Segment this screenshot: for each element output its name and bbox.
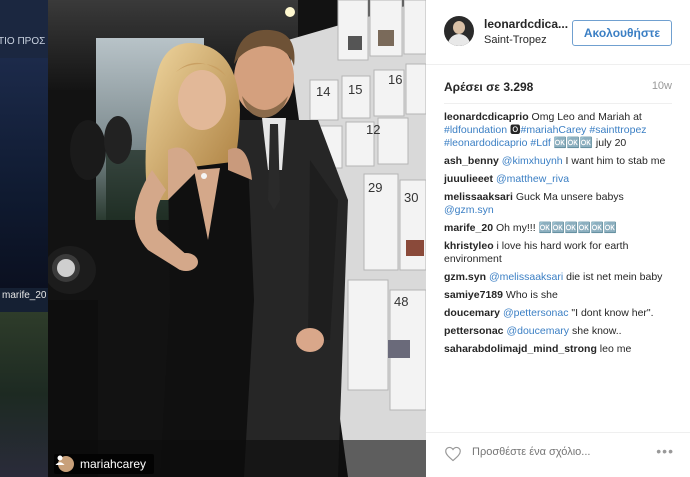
comment-mention-link[interactable]: @gzm.syn	[444, 204, 494, 216]
comment-mention-link[interactable]: @doucemary	[506, 325, 569, 337]
comment-item: ash_benny @kimxhuynh I want him to stab …	[444, 155, 676, 168]
background-page: ΤΙΟ ΠΡΟΣ marife_20	[0, 0, 48, 477]
comment-text: 🅾	[507, 124, 521, 136]
comment-text: leo me	[599, 343, 632, 355]
comment-mention-link[interactable]: @melissaaksari	[489, 271, 563, 283]
background-photo-2	[0, 312, 48, 477]
comment-text: Omg Leo and Mariah at	[531, 111, 642, 123]
likes-count[interactable]: Αρέσει σε 3.298	[444, 80, 533, 94]
comment-mention-link[interactable]: @kimxhuynh	[502, 155, 563, 167]
comment-username[interactable]: leonardcdicaprio	[444, 111, 529, 123]
comment-mention-link[interactable]: #mariahCarey	[520, 124, 586, 136]
comment-mention-link[interactable]: @matthew_riva	[496, 173, 569, 185]
comment-text: die ist net mein baby	[563, 271, 663, 283]
board-number: 15	[348, 82, 362, 97]
comment-item: doucemary @pettersonac "I dont know her"…	[444, 307, 676, 320]
post-details-panel: leonardcdica... Saint-Tropez Ακολουθήστε…	[426, 0, 690, 477]
comment-mention-link[interactable]: #leonardodicaprio	[444, 137, 527, 149]
avatar[interactable]	[444, 16, 474, 46]
person-tag-icon	[55, 455, 65, 465]
comment-text: she know..	[569, 325, 622, 337]
heart-icon[interactable]	[444, 446, 462, 462]
post-username[interactable]: leonardcdica...	[484, 17, 568, 31]
comment-mention-link[interactable]: #sainttropez	[589, 124, 646, 136]
comment-username[interactable]: saharabdolimajd_mind_strong	[444, 343, 597, 355]
photo-illustration: 15 16 14 12 29 30 48	[48, 0, 426, 477]
background-caption: marife_20	[2, 290, 47, 301]
board-number: 12	[366, 122, 380, 137]
user-tag[interactable]: mariahcarey	[54, 454, 155, 474]
comment-mention-link[interactable]: #Ldf	[530, 137, 550, 149]
comment-username[interactable]: ash_benny	[444, 155, 499, 167]
comment-mention-link[interactable]: #ldfoundation	[444, 124, 507, 136]
post-time: 10w	[651, 80, 672, 92]
comment-item: leonardcdicaprio Omg Leo and Mariah at #…	[444, 111, 676, 150]
post-header: leonardcdica... Saint-Tropez Ακολουθήστε	[426, 0, 690, 65]
background-photo	[0, 58, 48, 288]
comment-text: Guck Ma unsere babys	[515, 191, 624, 203]
post-photo[interactable]: 15 16 14 12 29 30 48 mariahcarey	[48, 0, 426, 477]
comment-username[interactable]: samiye7189	[444, 289, 503, 301]
comment-item: samiye7189 Who is she	[444, 289, 676, 302]
comment-text: Who is she	[505, 289, 558, 301]
comment-mention-link[interactable]: @pettersonac	[503, 307, 569, 319]
board-number: 16	[388, 72, 402, 87]
board-number: 14	[316, 84, 330, 99]
tagged-username[interactable]: mariahcarey	[80, 457, 146, 471]
background-header	[0, 0, 48, 58]
divider	[444, 103, 672, 104]
comment-footer: •••	[426, 432, 690, 477]
comment-username[interactable]: pettersonac	[444, 325, 504, 337]
add-comment-input[interactable]	[472, 446, 622, 458]
comment-item: gzm.syn @melissaaksari die ist net mein …	[444, 271, 676, 284]
comment-item: melissaaksari Guck Ma unsere babys @gzm.…	[444, 191, 676, 217]
comment-text: Oh my!!! 🆗🆗🆗🆗🆗🆗	[495, 222, 618, 234]
background-text: ΤΙΟ ΠΡΟΣ	[0, 36, 46, 47]
board-number: 29	[368, 180, 382, 195]
comment-item: saharabdolimajd_mind_strong leo me	[444, 343, 676, 356]
comment-item: khristyleo i love his hard work for eart…	[444, 240, 676, 266]
comment-username[interactable]: marife_20	[444, 222, 493, 234]
comment-item: marife_20 Oh my!!! 🆗🆗🆗🆗🆗🆗	[444, 222, 676, 235]
comment-username[interactable]: doucemary	[444, 307, 500, 319]
comment-item: juuulieeet @matthew_riva	[444, 173, 676, 186]
board-number: 30	[404, 190, 418, 205]
comment-list: leonardcdicaprio Omg Leo and Mariah at #…	[444, 111, 676, 361]
likes-row: Αρέσει σε 3.298 10w	[444, 80, 672, 96]
board-number: 48	[394, 294, 408, 309]
comment-item: pettersonac @doucemary she know..	[444, 325, 676, 338]
comment-username[interactable]: khristyleo	[444, 240, 494, 252]
comment-text: 🆗🆗🆗 july 20	[550, 137, 627, 149]
comment-text: "I dont know her".	[568, 307, 654, 319]
comment-username[interactable]: juuulieeet	[444, 173, 493, 185]
post-location[interactable]: Saint-Tropez	[484, 34, 547, 46]
comment-username[interactable]: melissaaksari	[444, 191, 513, 203]
follow-button[interactable]: Ακολουθήστε	[572, 20, 672, 46]
comment-username[interactable]: gzm.syn	[444, 271, 486, 283]
comment-text: I want him to stab me	[562, 155, 666, 167]
more-options-icon[interactable]: •••	[656, 443, 674, 459]
